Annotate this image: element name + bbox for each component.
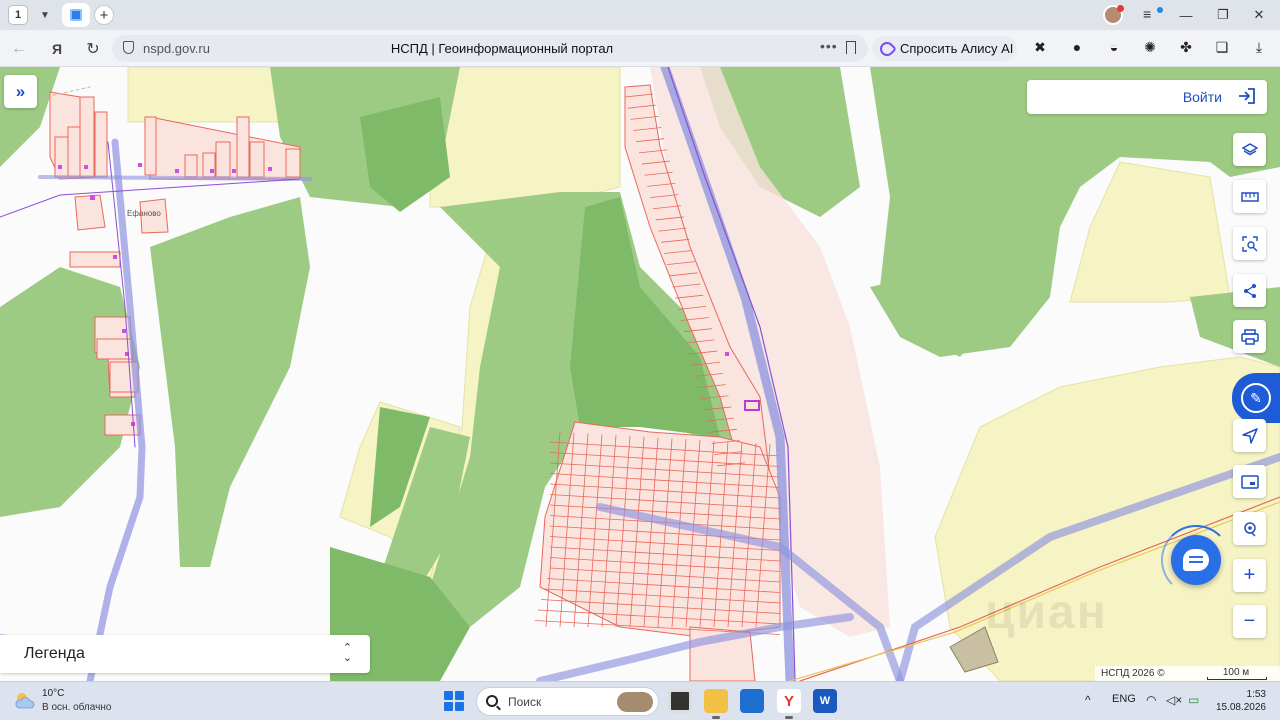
share-icon [1243, 283, 1256, 298]
ask-alisa-label: Спросить Алису AI [900, 41, 1014, 56]
clock-date: 15.08.2026 [1215, 702, 1266, 713]
minimap-button[interactable] [1233, 465, 1266, 498]
watermark-text: циан [985, 586, 1108, 639]
wifi-icon[interactable]: ◠ [1146, 693, 1156, 707]
system-clock[interactable]: 1:53 15.08.2026 [1214, 688, 1266, 714]
extension-x-icon[interactable]: ✖ [1031, 38, 1049, 56]
yandex-home-button[interactable]: Я [46, 38, 68, 60]
marker-search-button[interactable] [1233, 512, 1266, 545]
extension-mushroom-icon[interactable]: ● [1068, 38, 1086, 56]
volume-icon[interactable]: ◁× [1166, 693, 1182, 707]
weather-description: В осн. облачно [42, 702, 112, 713]
share-button[interactable] [1233, 274, 1266, 307]
collections-icon[interactable]: ❏ [1213, 38, 1231, 56]
legend-panel[interactable]: Легенда ⌃ ⌄ [0, 635, 370, 673]
bookmark-icon[interactable] [846, 41, 856, 54]
taskbar-search[interactable]: Поиск [476, 687, 659, 716]
layers-icon [1241, 142, 1258, 155]
tab-nspd[interactable] [62, 3, 90, 27]
extension-bowl-icon[interactable]: ◒ [1105, 38, 1123, 56]
printer-icon [1240, 328, 1259, 345]
area-search-button[interactable] [1233, 227, 1266, 260]
chat-bubble-icon [1183, 549, 1209, 571]
extension-aperture-icon[interactable]: ✺ [1141, 38, 1159, 56]
new-tab-button[interactable]: + [94, 5, 114, 25]
weather-cloudy-icon[interactable] [14, 690, 36, 712]
clock-time: 1:53 [1246, 689, 1266, 700]
restore-button[interactable]: ❐ [1213, 5, 1233, 25]
alisa-icon [877, 38, 897, 59]
taskbar-search-placeholder: Поиск [508, 695, 542, 709]
area-search-icon [1241, 235, 1258, 252]
tab-counter[interactable]: 1 [8, 5, 28, 25]
url-text: nspd.gov.ru [143, 41, 210, 56]
navigation-arrow-icon [1241, 427, 1258, 444]
search-highlight-image [617, 692, 653, 712]
minimize-button[interactable]: — [1176, 5, 1196, 25]
village-label: Ефаново [127, 209, 161, 218]
close-window-button[interactable]: ✕ [1249, 5, 1269, 25]
attribution-text: НСПД 2026 © [1101, 668, 1165, 679]
search-icon [486, 695, 498, 707]
login-label: Войти [1182, 89, 1222, 105]
chevron-down-icon[interactable]: ▼ [35, 5, 55, 25]
windows-taskbar: 10°C В осн. облачно Поиск Y W ^ ENG ◠ ◁×… [0, 681, 1280, 720]
battery-icon[interactable]: ▭ [1188, 693, 1199, 707]
map-canvas[interactable]: Ефаново циан » Войти ✎ + − Легенда ⌃ ⌄ Н… [0, 67, 1280, 681]
browser-menu-icon[interactable]: ≡ [1143, 6, 1163, 24]
profile-avatar[interactable] [1103, 5, 1124, 25]
weather-temperature: 10°C [42, 688, 65, 699]
print-button[interactable] [1233, 320, 1266, 353]
meadow-area [429, 67, 621, 208]
login-arrow-icon [1239, 88, 1255, 104]
legend-label: Легенда [24, 645, 85, 662]
browser-tab-strip: 1 ▼ + ≡ — ❐ ✕ [0, 0, 1280, 30]
ruler-icon [1240, 191, 1259, 202]
chat-assistant-button[interactable] [1171, 535, 1221, 585]
location-pin-icon [1243, 521, 1256, 537]
address-bar[interactable]: nspd.gov.ru НСПД | Геоинформационный пор… [112, 35, 868, 62]
yandex-browser-icon[interactable]: Y [777, 689, 801, 719]
screen: 1 ▼ + ≡ — ❐ ✕ ← Я ↻ nspd.gov.ru НСПД | Г… [0, 0, 1280, 720]
minimap-icon [1240, 474, 1259, 489]
layers-button[interactable] [1233, 133, 1266, 166]
tray-overflow-icon[interactable]: ^ [1085, 693, 1091, 707]
browser-navbar: ← Я ↻ nspd.gov.ru НСПД | Геоинформационн… [0, 30, 1280, 67]
start-button[interactable] [444, 691, 464, 711]
ruler-button[interactable] [1233, 180, 1266, 213]
more-options-icon[interactable]: ••• [820, 38, 838, 54]
expand-collapse-icon[interactable]: ⌃ ⌄ [343, 643, 352, 664]
file-explorer-icon[interactable] [704, 689, 728, 719]
shield-icon [123, 41, 134, 54]
forest-area [150, 197, 310, 567]
page-title: НСПД | Геоинформационный портал [390, 41, 614, 56]
cadastre-tool-button[interactable]: ✎ [1232, 373, 1280, 423]
scale-bar [1207, 677, 1267, 680]
map-attribution: НСПД 2026 © 100 м [1095, 666, 1280, 681]
word-icon[interactable]: W [813, 689, 837, 713]
edit-map-icon: ✎ [1241, 383, 1271, 413]
extensions-puzzle-icon[interactable]: ✤ [1177, 38, 1195, 56]
reload-button[interactable]: ↻ [82, 38, 104, 60]
ask-alisa-button[interactable]: Спросить Алису AI [872, 36, 1017, 61]
zoom-out-button[interactable]: − [1233, 605, 1266, 638]
expand-panel-button[interactable]: » [4, 75, 37, 108]
login-button[interactable]: Войти [1027, 80, 1267, 114]
site-favicon-icon [70, 9, 82, 21]
microsoft-store-icon[interactable] [740, 689, 764, 713]
downloads-icon[interactable]: ⤓ [1250, 38, 1268, 56]
input-language[interactable]: ENG [1112, 693, 1136, 705]
task-view-icon[interactable] [668, 689, 692, 713]
meadow-area [1069, 161, 1231, 303]
back-button[interactable]: ← [8, 38, 30, 60]
geolocation-button[interactable] [1233, 419, 1266, 452]
zoom-in-button[interactable]: + [1233, 559, 1266, 592]
